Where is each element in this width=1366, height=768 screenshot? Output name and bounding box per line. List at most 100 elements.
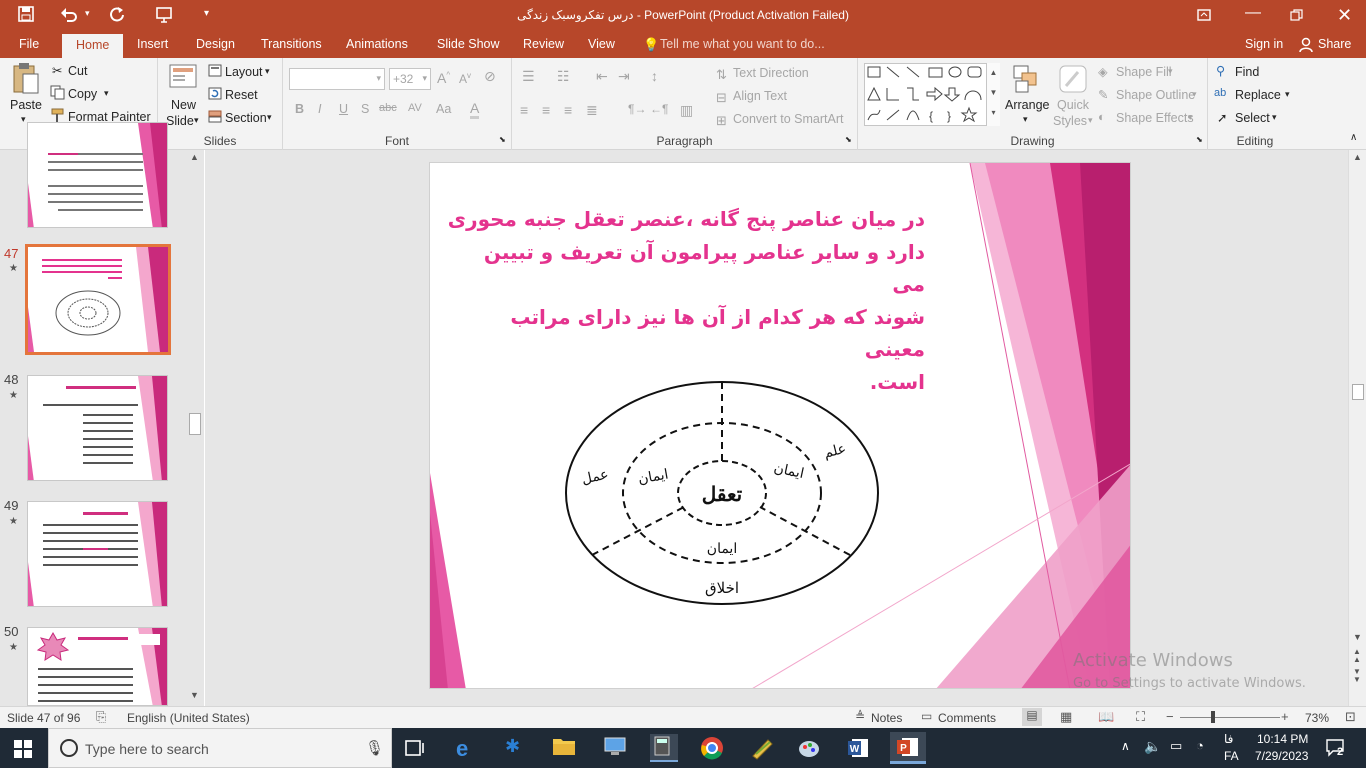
select-button[interactable]: Select	[1235, 111, 1270, 125]
scroll-thumb[interactable]	[1352, 384, 1364, 400]
justify-icon[interactable]: ≣	[586, 102, 598, 119]
current-slide[interactable]: در میان عناصر پنج گانه ،عنصر تعقل جنبه م…	[429, 162, 1131, 689]
slideshow-icon[interactable]: ⛶	[1136, 709, 1145, 725]
shape-fill-dropdown-icon[interactable]: ▾	[1168, 66, 1173, 77]
shape-fill-button[interactable]: Shape Fill	[1116, 65, 1172, 79]
reset-button[interactable]: Reset	[225, 88, 258, 102]
shape-fill-icon[interactable]: ◈	[1098, 64, 1108, 79]
collapse-ribbon-icon[interactable]: ∧	[1350, 132, 1357, 143]
zoom-slider-thumb[interactable]	[1211, 711, 1215, 723]
slide-thumbnail-47[interactable]	[25, 244, 171, 355]
tab-insert[interactable]: Insert	[137, 37, 168, 51]
scroll-down-icon[interactable]: ▼	[1353, 632, 1362, 642]
clear-format-icon[interactable]: ⊘	[484, 68, 496, 85]
bluetooth-icon[interactable]: ✱	[505, 736, 529, 760]
word-icon[interactable]: W	[846, 736, 870, 760]
taskbar-search-box[interactable]: Type here to search 🎙	[48, 728, 392, 768]
font-size-field[interactable]: +32 ▾	[389, 68, 431, 90]
quick-styles-label-1[interactable]: Quick	[1057, 98, 1089, 112]
section-dropdown-icon[interactable]: ▾	[267, 112, 272, 123]
notes-button[interactable]: Notes	[871, 711, 902, 725]
new-slide-label-2[interactable]: Slide	[166, 114, 194, 128]
shape-outline-dropdown-icon[interactable]: ▾	[1192, 89, 1197, 100]
quick-styles-icon[interactable]	[1058, 64, 1088, 97]
close-icon[interactable]: ✕	[1337, 5, 1352, 26]
chrome-icon[interactable]	[700, 736, 724, 760]
thumbnail-scrollbar[interactable]: ▲ ▼	[186, 150, 204, 706]
tab-slide-show[interactable]: Slide Show	[437, 37, 500, 51]
paste-dropdown-icon[interactable]: ▾	[21, 114, 26, 125]
paste-button[interactable]	[8, 62, 44, 99]
restore-icon[interactable]	[1197, 8, 1211, 26]
paragraph-launcher-icon[interactable]: ⬊	[845, 135, 852, 144]
font-name-dropdown-icon[interactable]: ▾	[376, 73, 381, 84]
tell-me-search[interactable]: Tell me what you want to do...	[660, 37, 825, 51]
text-direction-button[interactable]: Text Direction	[733, 66, 809, 80]
slide-body-text[interactable]: در میان عناصر پنج گانه ،عنصر تعقل جنبه م…	[445, 203, 925, 398]
arrange-button[interactable]: Arrange	[1005, 98, 1049, 112]
input-language-native[interactable]: فا	[1224, 732, 1233, 746]
align-text-icon[interactable]: ⊟	[716, 90, 727, 106]
new-slide-icon[interactable]	[168, 62, 198, 95]
tab-view[interactable]: View	[588, 37, 615, 51]
rtl-icon[interactable]: ←¶	[650, 102, 668, 116]
bullets-icon[interactable]: ☰	[522, 68, 535, 85]
tab-review[interactable]: Review	[523, 37, 564, 51]
shapes-scroll[interactable]: ▲ ▼ ▾	[986, 63, 1000, 126]
shapes-gallery[interactable]: { }	[864, 63, 1000, 126]
taskbar-search-input[interactable]: Type here to search	[85, 741, 209, 757]
increase-indent-icon[interactable]: ⇥	[618, 68, 630, 85]
select-dropdown-icon[interactable]: ▾	[1272, 112, 1277, 123]
smartart-icon[interactable]: ⊞	[716, 113, 727, 129]
shadow-button[interactable]: S	[361, 102, 369, 116]
replace-button[interactable]: Replace	[1235, 88, 1281, 102]
tab-animations[interactable]: Animations	[346, 37, 408, 51]
reading-view-icon[interactable]: 📖	[1098, 709, 1114, 725]
calculator-icon[interactable]	[650, 734, 678, 762]
font-launcher-icon[interactable]: ⬊	[499, 135, 506, 144]
windows-start-icon[interactable]	[14, 740, 38, 764]
edge-icon[interactable]: e	[456, 736, 480, 761]
clock-time[interactable]: 10:14 PM	[1257, 732, 1308, 746]
ltr-icon[interactable]: ¶→	[628, 102, 646, 116]
font-color-icon[interactable]: A	[470, 100, 480, 119]
zoom-in-icon[interactable]: +	[1281, 709, 1289, 724]
slide-vertical-scrollbar[interactable]: ▲ ▼ ▲ ▲ ▼ ▼	[1348, 150, 1366, 706]
slide-sorter-icon[interactable]: ▦	[1060, 709, 1072, 725]
computer-icon[interactable]	[603, 736, 627, 760]
paste-label[interactable]: Paste	[10, 98, 42, 112]
paint-icon[interactable]	[797, 736, 821, 760]
bold-button[interactable]: B	[295, 102, 304, 116]
normal-view-icon[interactable]: ▤	[1022, 708, 1042, 726]
align-right-icon[interactable]: ≡	[564, 102, 572, 118]
file-explorer-icon[interactable]	[552, 736, 576, 760]
italic-button[interactable]: I	[318, 102, 321, 116]
slide-thumbnail-46[interactable]	[27, 122, 168, 228]
layout-button[interactable]: Layout	[225, 65, 263, 79]
change-case-button[interactable]: Aa	[436, 102, 451, 116]
zoom-out-icon[interactable]: −	[1166, 709, 1174, 724]
minimize-icon[interactable]: —	[1245, 4, 1261, 22]
font-size-dropdown-icon[interactable]: ▾	[422, 73, 427, 84]
slide-editing-area[interactable]: در میان عناصر پنج گانه ،عنصر تعقل جنبه م…	[205, 150, 1348, 706]
tray-expand-icon[interactable]: ∧	[1121, 739, 1145, 763]
convert-smartart-button[interactable]: Convert to SmartArt	[733, 112, 843, 126]
char-spacing-button[interactable]: AV	[408, 102, 422, 114]
cut-button[interactable]: Cut	[68, 64, 87, 78]
columns-icon[interactable]: ▥	[680, 102, 693, 119]
volume-icon[interactable]: 🔈	[1144, 738, 1168, 762]
fit-slide-icon[interactable]: ⊡	[1345, 709, 1356, 725]
zoom-slider[interactable]	[1180, 711, 1280, 723]
line-spacing-icon[interactable]: ↕	[651, 68, 658, 84]
strikethrough-button[interactable]: abc	[379, 102, 397, 114]
tab-transitions[interactable]: Transitions	[261, 37, 322, 51]
winrar-icon[interactable]	[750, 736, 774, 760]
slide-thumbnail-48[interactable]	[27, 375, 168, 481]
section-button[interactable]: Section	[225, 111, 267, 125]
input-language[interactable]: FA	[1224, 749, 1239, 763]
maximize-icon[interactable]	[1290, 8, 1303, 26]
scroll-down-icon[interactable]: ▼	[190, 690, 199, 700]
copy-button[interactable]: Copy	[68, 87, 97, 101]
concentric-diagram[interactable]: تعقل ایمان ایمان ایمان عمل علم اخلاق	[560, 375, 880, 607]
shape-outline-button[interactable]: Shape Outline	[1116, 88, 1195, 102]
